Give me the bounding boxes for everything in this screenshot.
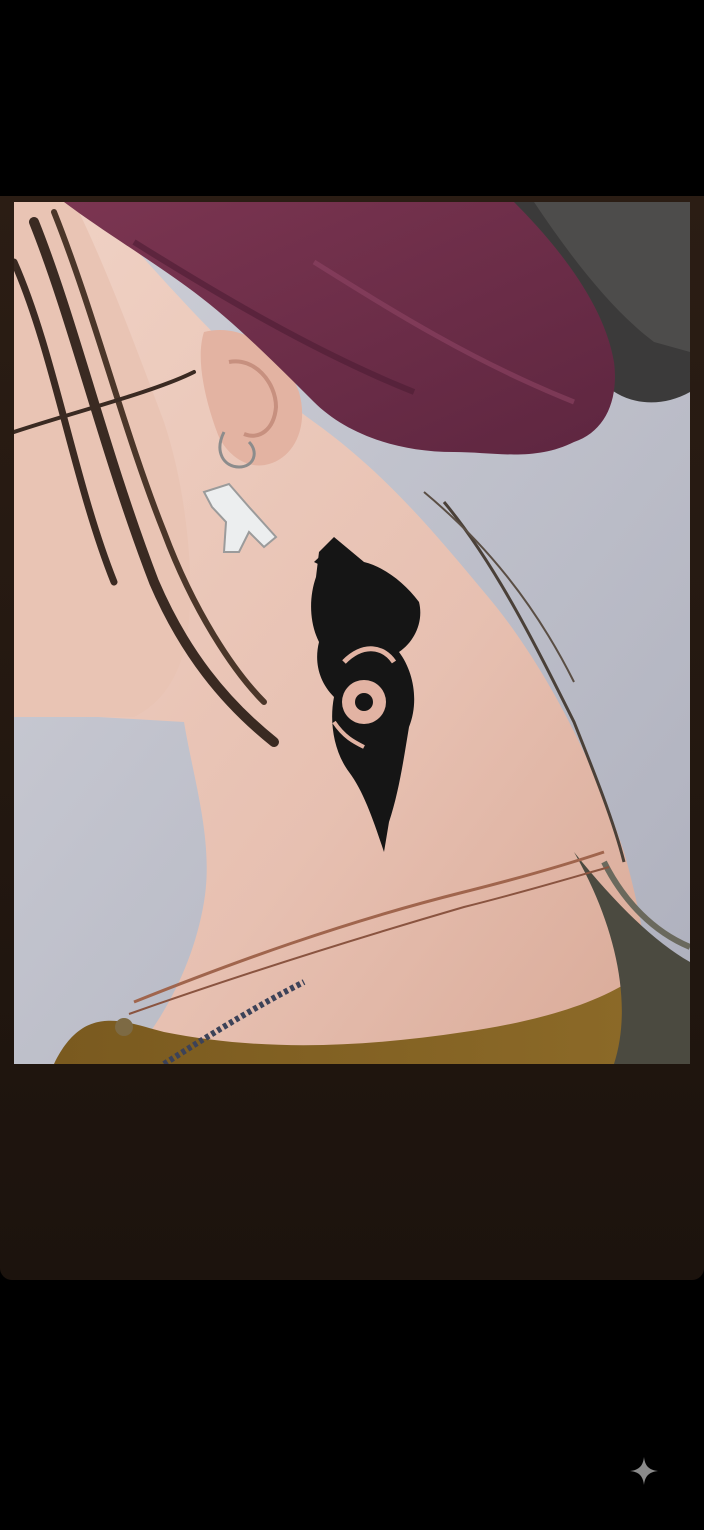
tattoo-photo[interactable]: [14, 202, 690, 1064]
photo-card: [0, 196, 704, 1280]
sparkle-icon[interactable]: [628, 1455, 660, 1487]
image-viewer-screen: [0, 0, 704, 1530]
